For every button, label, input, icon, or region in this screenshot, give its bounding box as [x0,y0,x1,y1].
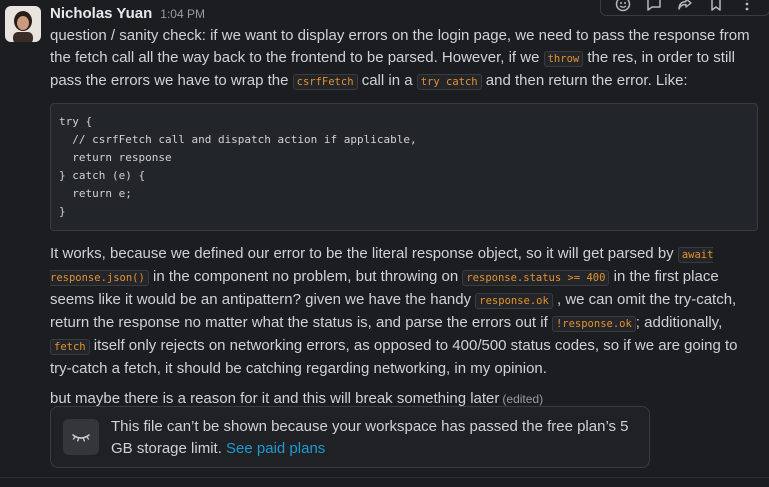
inline-code: throw [543,51,584,67]
reply-thread-icon[interactable] [643,0,665,15]
text-segment: but maybe there is a reason for it and t… [50,390,500,407]
text-segment: itself only rejects on networking errors… [50,337,738,377]
message: Nicholas Yuan 1:04 PM question / sanity … [0,0,769,487]
more-actions-icon[interactable] [736,0,758,15]
message-actions-toolbar [600,0,769,16]
bookmark-icon[interactable] [705,0,727,15]
timestamp[interactable]: 1:04 PM [160,7,205,21]
message-paragraph-2: It works, because we defined our error t… [50,243,762,380]
text-segment: and then return the error. Like: [481,72,688,89]
text-segment: ; additionally, [635,314,723,331]
edited-label: (edited) [502,392,544,406]
inline-code: !response.ok [551,316,636,332]
text-segment: in the component no problem, but throwin… [148,268,463,285]
message-body: question / sanity check: if we want to d… [50,25,762,410]
hidden-file-icon [63,419,99,455]
author-name[interactable]: Nicholas Yuan [50,5,152,22]
attachment-text: This file can’t be shown because your wo… [111,418,629,457]
avatar[interactable] [5,6,41,42]
see-paid-plans-link[interactable]: See paid plans [226,440,325,457]
inline-code: response.ok [475,293,553,309]
text-segment: It works, because we defined our error t… [50,245,678,262]
message-paragraph-1: question / sanity check: if we want to d… [50,25,762,93]
text-segment: call in a [357,72,417,89]
inline-code: csrfFetch [292,74,358,90]
divider [0,477,769,478]
attachment-message: This file can’t be shown because your wo… [111,416,631,460]
inline-code: try catch [416,74,482,90]
message-header: Nicholas Yuan 1:04 PM [50,5,205,25]
inline-code: response.status >= 400 [462,270,610,286]
emoji-reaction-icon[interactable] [612,0,634,15]
inline-code: fetch [50,339,90,355]
file-attachment: This file can’t be shown because your wo… [50,406,650,468]
share-icon[interactable] [674,0,696,15]
code-block: try { // csrfFetch call and dispatch act… [50,103,758,231]
